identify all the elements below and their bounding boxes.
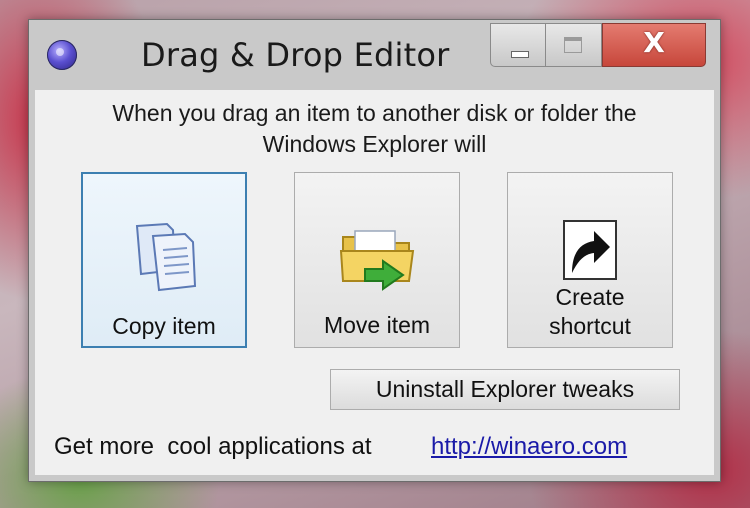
app-window: Drag & Drop Editor X When you drag an it… [28, 19, 721, 482]
instruction-line-2: Windows Explorer will [262, 131, 487, 157]
uninstall-tweaks-button[interactable]: Uninstall Explorer tweaks [330, 369, 680, 410]
copy-item-label: Copy item [112, 313, 216, 339]
close-icon: X [643, 26, 665, 59]
client-area: When you drag an item to another disk or… [35, 90, 714, 475]
copy-documents-icon [135, 222, 197, 292]
move-folder-icon [339, 230, 415, 291]
copy-item-button[interactable]: Copy item [81, 172, 247, 348]
create-shortcut-label-line-2: shortcut [549, 313, 631, 339]
footer-text: Get more cool applications at [54, 433, 372, 460]
create-shortcut-button[interactable]: Create shortcut [507, 172, 673, 348]
instruction-line-1: When you drag an item to another disk or… [112, 100, 637, 126]
maximize-icon [564, 37, 582, 53]
instruction-text: When you drag an item to another disk or… [35, 98, 714, 160]
maximize-button [546, 23, 602, 67]
shortcut-arrow-icon [563, 220, 617, 280]
create-shortcut-label-line-1: Create [555, 284, 625, 310]
close-button[interactable]: X [602, 23, 706, 67]
window-title: Drag & Drop Editor [141, 36, 450, 74]
minimize-button[interactable] [490, 23, 546, 67]
move-item-label: Move item [323, 312, 431, 338]
app-orb-icon[interactable] [47, 40, 77, 70]
minimize-icon [511, 51, 529, 58]
create-shortcut-label: Create shortcut [508, 283, 672, 341]
winaero-link[interactable]: http://winaero.com [431, 433, 627, 461]
title-bar[interactable]: Drag & Drop Editor X [29, 20, 720, 90]
move-item-button[interactable]: Move item [294, 172, 460, 348]
